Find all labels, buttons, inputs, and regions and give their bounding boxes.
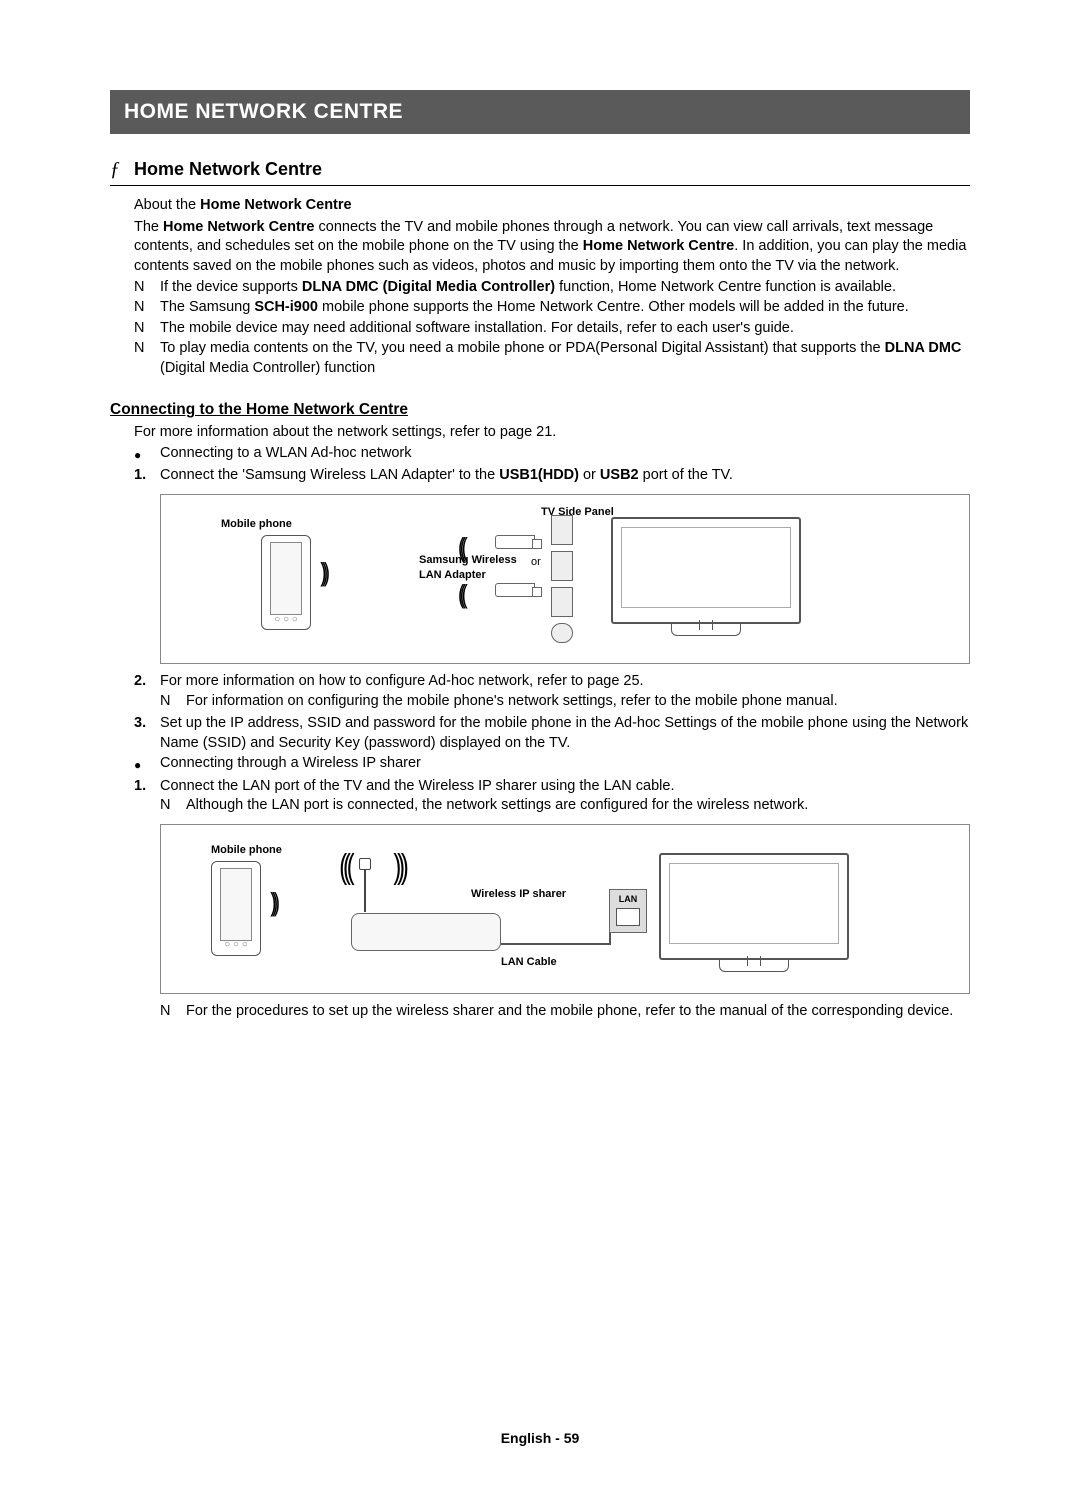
text: Connect the 'Samsung Wireless LAN Adapte… bbox=[160, 467, 499, 483]
final-note: N For the procedures to set up the wirel… bbox=[160, 1002, 970, 1022]
section-title: Home Network Centre bbox=[134, 157, 322, 181]
text-bold: USB1(HDD) bbox=[499, 467, 579, 483]
step-1: 1. Connect the 'Samsung Wireless LAN Ada… bbox=[134, 466, 970, 486]
about-paragraph: The Home Network Centre connects the TV … bbox=[134, 218, 970, 277]
text: function, Home Network Centre function i… bbox=[555, 279, 896, 295]
note-text: Although the LAN port is connected, the … bbox=[186, 796, 808, 816]
bullet-ipsharer: ● Connecting through a Wireless IP share… bbox=[134, 754, 970, 774]
note-text: If the device supports DLNA DMC (Digital… bbox=[160, 278, 970, 298]
bullet-text: Connecting through a Wireless IP sharer bbox=[160, 754, 421, 774]
step-text: Connect the LAN port of the TV and the W… bbox=[160, 777, 970, 797]
text: The bbox=[134, 219, 163, 235]
note-text: For the procedures to set up the wireles… bbox=[186, 1002, 953, 1022]
step-b1-note: N Although the LAN port is connected, th… bbox=[160, 796, 970, 816]
chapter-banner: HOME NETWORK CENTRE bbox=[110, 90, 970, 134]
tv-icon bbox=[659, 853, 849, 978]
wireless-waves-icon: ))) bbox=[462, 530, 468, 565]
text-bold: Home Network Centre bbox=[583, 238, 734, 254]
note-4: N To play media contents on the TV, you … bbox=[134, 339, 970, 378]
diagram-adhoc: Mobile phone ○ ○ ○ ))) Samsung Wireless … bbox=[160, 494, 970, 664]
step-number: 3. bbox=[134, 714, 160, 753]
label-wireless-ip-sharer: Wireless IP sharer bbox=[471, 887, 566, 902]
step-text: For more information on how to configure… bbox=[160, 672, 970, 692]
note-1: N If the device supports DLNA DMC (Digit… bbox=[134, 278, 970, 298]
text: port of the TV. bbox=[639, 467, 733, 483]
note-mark-icon: N bbox=[160, 692, 186, 712]
text-bold: USB2 bbox=[600, 467, 639, 483]
page-footer: English - 59 bbox=[0, 1429, 1080, 1448]
text: mobile phone supports the Home Network C… bbox=[318, 299, 909, 315]
label-mobile-phone: Mobile phone bbox=[221, 517, 292, 532]
bullet-icon: ● bbox=[134, 444, 160, 464]
text-bold: SCH-i900 bbox=[254, 299, 318, 315]
note-mark-icon: N bbox=[160, 796, 186, 816]
lan-port-icon: LAN bbox=[609, 889, 647, 933]
bullet-icon: ● bbox=[134, 754, 160, 774]
bullet-adhoc: ● Connecting to a WLAN Ad-hoc network bbox=[134, 444, 970, 464]
text-bold: Home Network Centre bbox=[200, 197, 351, 213]
label-lan: LAN bbox=[610, 893, 646, 905]
text-bold: DLNA DMC (Digital Media Controller) bbox=[302, 279, 555, 295]
tv-side-panel-icon bbox=[551, 515, 581, 649]
note-mark-icon: N bbox=[134, 319, 160, 339]
wireless-waves-icon: ))) bbox=[393, 845, 404, 891]
text: To play media contents on the TV, you ne… bbox=[160, 340, 885, 356]
usb-dongle-icon bbox=[495, 535, 535, 549]
wireless-waves-icon: ))) bbox=[320, 555, 326, 590]
section-symbol: ƒ bbox=[110, 156, 120, 183]
text: or bbox=[579, 467, 600, 483]
router-icon bbox=[351, 913, 501, 951]
step-2: 2. For more information on how to config… bbox=[134, 672, 970, 692]
note-mark-icon: N bbox=[160, 1002, 186, 1022]
note-2: N The Samsung SCH-i900 mobile phone supp… bbox=[134, 298, 970, 318]
note-text: To play media contents on the TV, you ne… bbox=[160, 339, 970, 378]
text: The Samsung bbox=[160, 299, 254, 315]
step-number: 1. bbox=[134, 777, 160, 797]
mobile-phone-icon: ○ ○ ○ bbox=[211, 861, 261, 956]
text: About the bbox=[134, 197, 200, 213]
text-bold: DLNA DMC bbox=[885, 340, 962, 356]
wireless-waves-icon: ))) bbox=[270, 885, 276, 920]
mobile-phone-icon: ○ ○ ○ bbox=[261, 535, 311, 630]
wireless-waves-icon: ))) bbox=[462, 577, 468, 612]
diagram-ipsharer: Mobile phone ○ ○ ○ ))) ))) ))) Wireless … bbox=[160, 824, 970, 994]
step-3: 3. Set up the IP address, SSID and passw… bbox=[134, 714, 970, 753]
footer-text: English - 59 bbox=[501, 1430, 580, 1446]
step-b1: 1. Connect the LAN port of the TV and th… bbox=[134, 777, 970, 797]
step-number: 1. bbox=[134, 466, 160, 486]
step-2-note: N For information on configuring the mob… bbox=[160, 692, 970, 712]
text: If the device supports bbox=[160, 279, 302, 295]
section-heading-row: ƒ Home Network Centre bbox=[110, 156, 970, 186]
note-mark-icon: N bbox=[134, 339, 160, 378]
wireless-waves-icon: ))) bbox=[343, 845, 354, 891]
lan-cable-icon bbox=[501, 943, 611, 945]
step-text: Connect the 'Samsung Wireless LAN Adapte… bbox=[160, 466, 970, 486]
label-or: or bbox=[531, 555, 541, 570]
label-lan-adapter: Samsung Wireless LAN Adapter bbox=[419, 553, 529, 583]
text-bold: Home Network Centre bbox=[163, 219, 314, 235]
bullet-text: Connecting to a WLAN Ad-hoc network bbox=[160, 444, 411, 464]
step-number: 2. bbox=[134, 672, 160, 692]
note-3: N The mobile device may need additional … bbox=[134, 319, 970, 339]
label-lan-cable: LAN Cable bbox=[501, 955, 557, 970]
about-block: About the Home Network Centre The Home N… bbox=[110, 196, 970, 378]
note-text: The mobile device may need additional so… bbox=[160, 319, 970, 339]
label-mobile-phone: Mobile phone bbox=[211, 843, 282, 858]
about-heading: About the Home Network Centre bbox=[134, 196, 970, 216]
usb-dongle-icon bbox=[495, 583, 535, 597]
note-text: The Samsung SCH-i900 mobile phone suppor… bbox=[160, 298, 970, 318]
note-mark-icon: N bbox=[134, 278, 160, 298]
note-text: For information on configuring the mobil… bbox=[186, 692, 838, 712]
step-text: Set up the IP address, SSID and password… bbox=[160, 714, 970, 753]
note-mark-icon: N bbox=[134, 298, 160, 318]
tv-icon bbox=[611, 517, 801, 642]
info-line: For more information about the network s… bbox=[134, 423, 970, 443]
text: (Digital Media Controller) function bbox=[160, 360, 375, 376]
subheading-connecting: Connecting to the Home Network Centre bbox=[110, 400, 970, 421]
